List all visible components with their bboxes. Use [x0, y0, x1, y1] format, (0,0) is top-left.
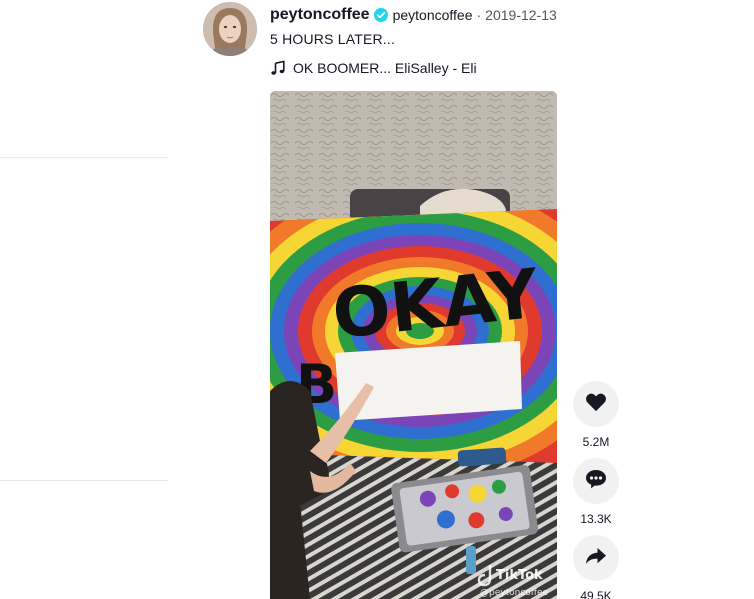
- like-action: 5.2M: [573, 381, 619, 449]
- sidebar-divider-bottom: [0, 480, 168, 481]
- comment-count: 13.3K: [580, 512, 612, 526]
- author-name[interactable]: peytoncoffee: [270, 6, 370, 24]
- post-header: peytoncoffee peytoncoffee · 2019-12-13 5…: [270, 5, 557, 76]
- separator-dot: ·: [476, 7, 482, 23]
- share-action: 49.5K: [573, 535, 619, 599]
- comment-button[interactable]: [573, 458, 619, 504]
- watermark-brand: TikTok: [496, 568, 543, 583]
- like-count: 5.2M: [582, 435, 610, 449]
- sidebar-divider-top: [0, 157, 168, 158]
- music-title[interactable]: OK BOOMER... EliSalley - Eli: [293, 60, 477, 76]
- heart-icon: [585, 392, 607, 417]
- music-note-icon: [270, 60, 286, 76]
- comment-icon: [585, 469, 607, 494]
- watermark-handle: @peytoncoffee: [480, 588, 549, 598]
- video-player[interactable]: OKAY B TikTok @peytoncoffee: [270, 91, 557, 599]
- share-button[interactable]: [573, 535, 619, 581]
- music-link[interactable]: OK BOOMER... EliSalley - Eli: [270, 60, 557, 76]
- like-button[interactable]: [573, 381, 619, 427]
- comment-action: 13.3K: [573, 458, 619, 526]
- post-caption: 5 HOURS LATER...: [270, 31, 396, 47]
- share-count: 49.5K: [580, 589, 612, 599]
- author-line: peytoncoffee peytoncoffee · 2019-12-13: [270, 5, 557, 25]
- author-handle[interactable]: peytoncoffee: [393, 7, 473, 23]
- verified-icon: [373, 8, 388, 22]
- post-date: 2019-12-13: [485, 7, 557, 23]
- share-icon: [585, 547, 607, 570]
- avatar[interactable]: [203, 2, 257, 56]
- feed-page: peytoncoffee peytoncoffee · 2019-12-13 5…: [0, 0, 754, 599]
